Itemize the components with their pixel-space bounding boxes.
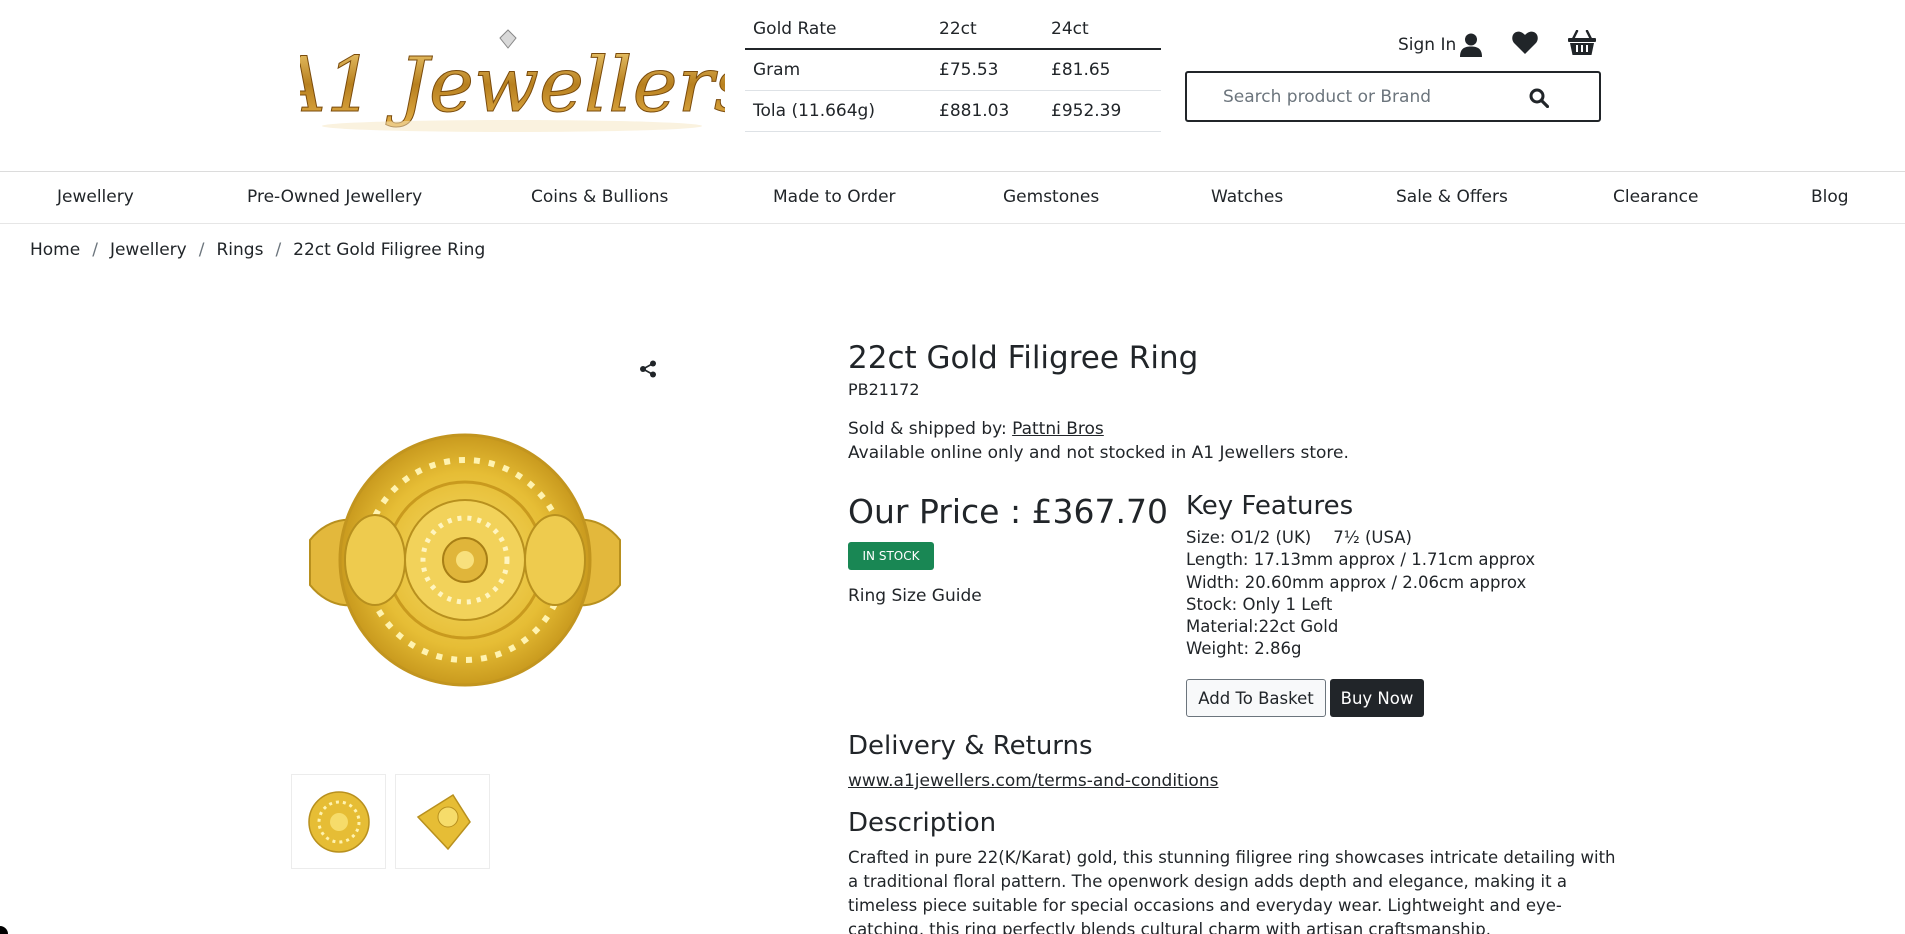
user-icon bbox=[1460, 33, 1483, 57]
feature-stock: Stock: Only 1 Left bbox=[1186, 594, 1333, 614]
search-input[interactable] bbox=[1187, 86, 1527, 107]
feature-size-us: 7½ (USA) bbox=[1333, 528, 1412, 547]
add-to-basket-button[interactable]: Add To Basket bbox=[1186, 679, 1326, 717]
logo-graphic: A1 Jewellers bbox=[265, 29, 753, 132]
search-icon[interactable] bbox=[1529, 88, 1549, 108]
heart-icon bbox=[1512, 31, 1539, 54]
gold-rate-table: Gold Rate 22ct 24ct Gram £75.53 £81.65 T… bbox=[745, 10, 1161, 132]
product-price: Our Price : £367.70 bbox=[848, 492, 1169, 531]
description-title: Description bbox=[848, 808, 997, 838]
breadcrumb-home[interactable]: Home bbox=[30, 240, 80, 260]
thumbnail-image bbox=[307, 790, 370, 853]
feature-size: Size: O1/2 (UK) 7½ (USA) bbox=[1186, 527, 1535, 549]
breadcrumb-separator: / bbox=[198, 240, 205, 260]
description-text: Crafted in pure 22(K/Karat) gold, this s… bbox=[848, 848, 1616, 934]
nav-item-pre-owned-jewellery[interactable]: Pre-Owned Jewellery bbox=[247, 187, 422, 207]
product-main-image[interactable] bbox=[300, 420, 630, 700]
buy-now-button[interactable]: Buy Now bbox=[1330, 679, 1424, 717]
feature-weight: Weight: 2.86g bbox=[1186, 639, 1302, 659]
rate-22ct-value: £75.53 bbox=[939, 59, 999, 80]
rate-header-label: Gold Rate bbox=[745, 10, 931, 50]
feature-width: Width: 20.60mm approx / 2.06cm approx bbox=[1186, 572, 1527, 592]
nav-item-gemstones[interactable]: Gemstones bbox=[1003, 187, 1099, 207]
nav-item-made-to-order[interactable]: Made to Order bbox=[773, 187, 896, 207]
nav-item-clearance[interactable]: Clearance bbox=[1613, 187, 1698, 207]
nav-item-blog[interactable]: Blog bbox=[1811, 187, 1849, 207]
site-logo[interactable]: A1 Jewellers bbox=[265, 26, 753, 144]
rate-header-24ct: 24ct bbox=[1043, 10, 1161, 50]
stock-badge: IN STOCK bbox=[848, 542, 934, 570]
breadcrumb-separator: / bbox=[275, 240, 282, 260]
seller-info: Sold & shipped by: Pattni Bros bbox=[848, 419, 1104, 439]
table-row: Gram £75.53 £81.65 bbox=[745, 49, 1161, 90]
breadcrumb-current: 22ct Gold Filigree Ring bbox=[293, 240, 486, 260]
key-features-title: Key Features bbox=[1186, 491, 1354, 521]
sign-in-label: Sign In bbox=[1398, 35, 1457, 55]
logo-text: A1 Jewellers bbox=[300, 40, 725, 129]
window-corner bbox=[0, 926, 8, 934]
availability-note: Available online only and not stocked in… bbox=[848, 443, 1349, 463]
terms-link[interactable]: www.a1jewellers.com/terms-and-conditions bbox=[848, 771, 1218, 791]
delivery-returns-title: Delivery & Returns bbox=[848, 731, 1093, 761]
feature-size-uk: Size: O1/2 (UK) bbox=[1186, 528, 1312, 547]
main-nav: Jewellery Pre-Owned Jewellery Coins & Bu… bbox=[0, 173, 1905, 224]
product-code: PB21172 bbox=[848, 380, 920, 399]
feature-material: Material:22ct Gold bbox=[1186, 617, 1339, 637]
search-box bbox=[1185, 71, 1601, 122]
table-row: Tola (11.664g) £881.03 £952.39 bbox=[745, 90, 1161, 131]
nav-item-sale-offers[interactable]: Sale & Offers bbox=[1396, 187, 1508, 207]
user-nav: Sign In bbox=[1398, 29, 1597, 60]
rate-24ct-value: £952.39 bbox=[1051, 100, 1122, 121]
breadcrumb: Home / Jewellery / Rings / 22ct Gold Fil… bbox=[30, 240, 485, 260]
rate-row-label: Gram bbox=[753, 59, 801, 80]
seller-link[interactable]: Pattni Bros bbox=[1012, 419, 1104, 439]
rate-22ct-value: £881.03 bbox=[939, 100, 1010, 121]
product-thumbnail-2[interactable] bbox=[395, 774, 490, 869]
breadcrumb-separator: / bbox=[92, 240, 98, 260]
wishlist-button[interactable] bbox=[1512, 31, 1539, 60]
rate-24ct-value: £81.65 bbox=[1051, 59, 1111, 80]
sign-in-link[interactable]: Sign In bbox=[1398, 33, 1483, 57]
nav-item-jewellery[interactable]: Jewellery bbox=[57, 187, 134, 207]
breadcrumb-jewellery[interactable]: Jewellery bbox=[110, 240, 187, 260]
feature-length: Length: 17.13mm approx / 1.71cm approx bbox=[1186, 550, 1536, 570]
basket-icon bbox=[1568, 29, 1597, 55]
rate-header-22ct: 22ct bbox=[931, 10, 1043, 50]
share-icon[interactable] bbox=[639, 360, 657, 378]
key-features-list: Size: O1/2 (UK) 7½ (USA) Length: 17.13mm … bbox=[1186, 527, 1535, 661]
sold-by-label: Sold & shipped by: bbox=[848, 419, 1007, 439]
thumbnail-image bbox=[416, 793, 471, 850]
rate-row-label: Tola (11.664g) bbox=[753, 100, 875, 121]
nav-item-coins-bullions[interactable]: Coins & Bullions bbox=[531, 187, 668, 207]
nav-item-watches[interactable]: Watches bbox=[1211, 187, 1283, 207]
basket-button[interactable] bbox=[1568, 29, 1597, 60]
ring-size-guide-link[interactable]: Ring Size Guide bbox=[848, 586, 982, 606]
product-thumbnail-1[interactable] bbox=[291, 774, 386, 869]
site-header: A1 Jewellers Gold Rate 22ct 24ct Gram £7… bbox=[0, 0, 1905, 172]
product-title: 22ct Gold Filigree Ring bbox=[848, 340, 1199, 376]
breadcrumb-rings[interactable]: Rings bbox=[216, 240, 263, 260]
